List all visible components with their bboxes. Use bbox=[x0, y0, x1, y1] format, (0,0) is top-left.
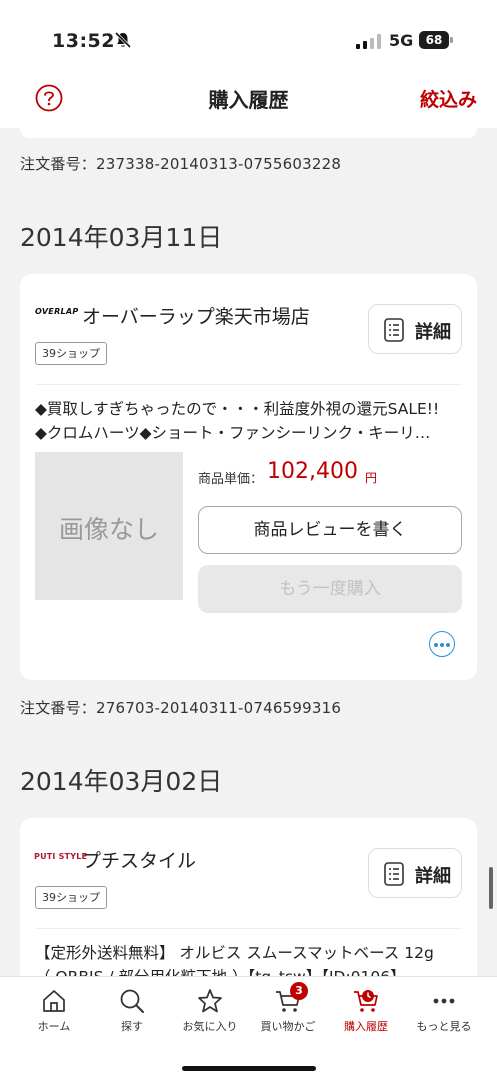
buy-again-button[interactable]: もう一度購入 bbox=[198, 565, 462, 613]
item-title-line: ◆クロムハーツ◆ショート・ファンシーリンク・キーリ… bbox=[35, 424, 431, 442]
divider bbox=[35, 928, 462, 929]
tab-cart[interactable]: 買い物かご bbox=[248, 977, 328, 1037]
tab-label: 購入履歴 bbox=[344, 1020, 388, 1033]
nav-bar: 購入履歴 絞込み bbox=[0, 70, 497, 128]
detail-label: 詳細 bbox=[415, 322, 451, 343]
search-icon bbox=[120, 989, 144, 1013]
previous-order-card bbox=[20, 128, 477, 138]
signal-icon bbox=[356, 34, 381, 49]
shop-name[interactable]: オーバーラップ楽天市場店 bbox=[82, 302, 310, 329]
cart-count-badge: 3 bbox=[290, 982, 308, 1000]
item-title-line: ◆買取しすぎちゃったので・・・利益度外視の還元SALE!! bbox=[35, 400, 440, 418]
order-number: 注文番号：276703-20140311-0746599316 bbox=[20, 699, 342, 717]
home-icon bbox=[43, 990, 65, 1012]
status-bar: 13:52 5G 68 bbox=[0, 0, 497, 70]
home-indicator bbox=[182, 1066, 316, 1071]
tab-purchase-history[interactable]: 購入履歴 bbox=[326, 977, 406, 1037]
shop-badge: 39ショップ bbox=[35, 342, 107, 365]
item-image-placeholder[interactable]: 画像なし bbox=[35, 452, 183, 600]
tab-favorites[interactable]: お気に入り bbox=[170, 977, 250, 1037]
no-image-label: 画像なし bbox=[58, 515, 159, 544]
detail-button[interactable]: 詳細 bbox=[368, 304, 462, 354]
order-date: 2014年03月11日 bbox=[20, 223, 223, 252]
order-list[interactable]: 注文番号：237338-20140313-0755603228 2014年03月… bbox=[0, 128, 497, 976]
document-icon bbox=[384, 318, 404, 342]
shop-logo: PUTI STYLE bbox=[34, 852, 88, 861]
network-type: 5G bbox=[389, 31, 414, 50]
order-date: 2014年03月02日 bbox=[20, 767, 223, 796]
write-review-button[interactable]: 商品レビューを書く bbox=[198, 506, 462, 554]
more-options-icon[interactable] bbox=[429, 631, 455, 657]
bell-muted-icon bbox=[114, 31, 132, 49]
tab-search[interactable]: 探す bbox=[92, 977, 172, 1037]
tab-label: もっと見る bbox=[416, 1020, 472, 1033]
shop-logo: OVERLAP bbox=[35, 307, 79, 316]
tab-label: 探す bbox=[121, 1020, 143, 1033]
document-icon bbox=[384, 862, 404, 886]
battery-icon: 68 bbox=[419, 31, 453, 49]
more-icon bbox=[433, 998, 455, 1004]
battery-level: 68 bbox=[419, 31, 449, 49]
divider bbox=[35, 384, 462, 385]
shop-name[interactable]: プチスタイル bbox=[82, 846, 196, 873]
order-number: 注文番号：237338-20140313-0755603228 bbox=[20, 155, 342, 173]
detail-label: 詳細 bbox=[415, 866, 451, 887]
tab-bar: ホーム 探す お気に入り 買い物かご 3 購入履歴 もっと見る bbox=[0, 976, 497, 1080]
status-time: 13:52 bbox=[52, 30, 115, 52]
tab-more[interactable]: もっと見る bbox=[404, 977, 484, 1037]
order-card: PUTI STYLE プチスタイル 39ショップ 詳細 【定形外送料無料】 オル… bbox=[20, 818, 477, 976]
item-title[interactable]: ◆買取しすぎちゃったので・・・利益度外視の還元SALE!! ◆クロムハーツ◆ショ… bbox=[35, 397, 465, 445]
shop-badge: 39ショップ bbox=[35, 886, 107, 909]
tab-home[interactable]: ホーム bbox=[14, 977, 94, 1037]
purchase-history-icon bbox=[354, 990, 378, 1012]
item-title-line: 【定形外送料無料】 オルビス スムースマットベース 12g bbox=[35, 944, 434, 962]
price-value: 102,400 bbox=[267, 459, 358, 484]
item-title[interactable]: 【定形外送料無料】 オルビス スムースマットベース 12g （ ORBIS / … bbox=[35, 941, 465, 976]
order-card: OVERLAP オーバーラップ楽天市場店 39ショップ 詳細 ◆買取しすぎちゃっ… bbox=[20, 274, 477, 680]
tab-label: 買い物かご bbox=[260, 1020, 316, 1033]
filter-button[interactable]: 絞込み bbox=[420, 85, 477, 112]
scrollbar[interactable] bbox=[489, 867, 493, 909]
tab-label: お気に入り bbox=[182, 1020, 238, 1033]
star-icon bbox=[198, 989, 222, 1013]
price-unit: 円 bbox=[365, 471, 378, 485]
price-label: 商品単価： bbox=[198, 472, 264, 487]
detail-button[interactable]: 詳細 bbox=[368, 848, 462, 898]
tab-label: ホーム bbox=[37, 1020, 71, 1033]
item-title-line: （ ORBIS / 部分用化粧下地 ）【tg_tsw】【ID:0106】… bbox=[35, 965, 465, 976]
